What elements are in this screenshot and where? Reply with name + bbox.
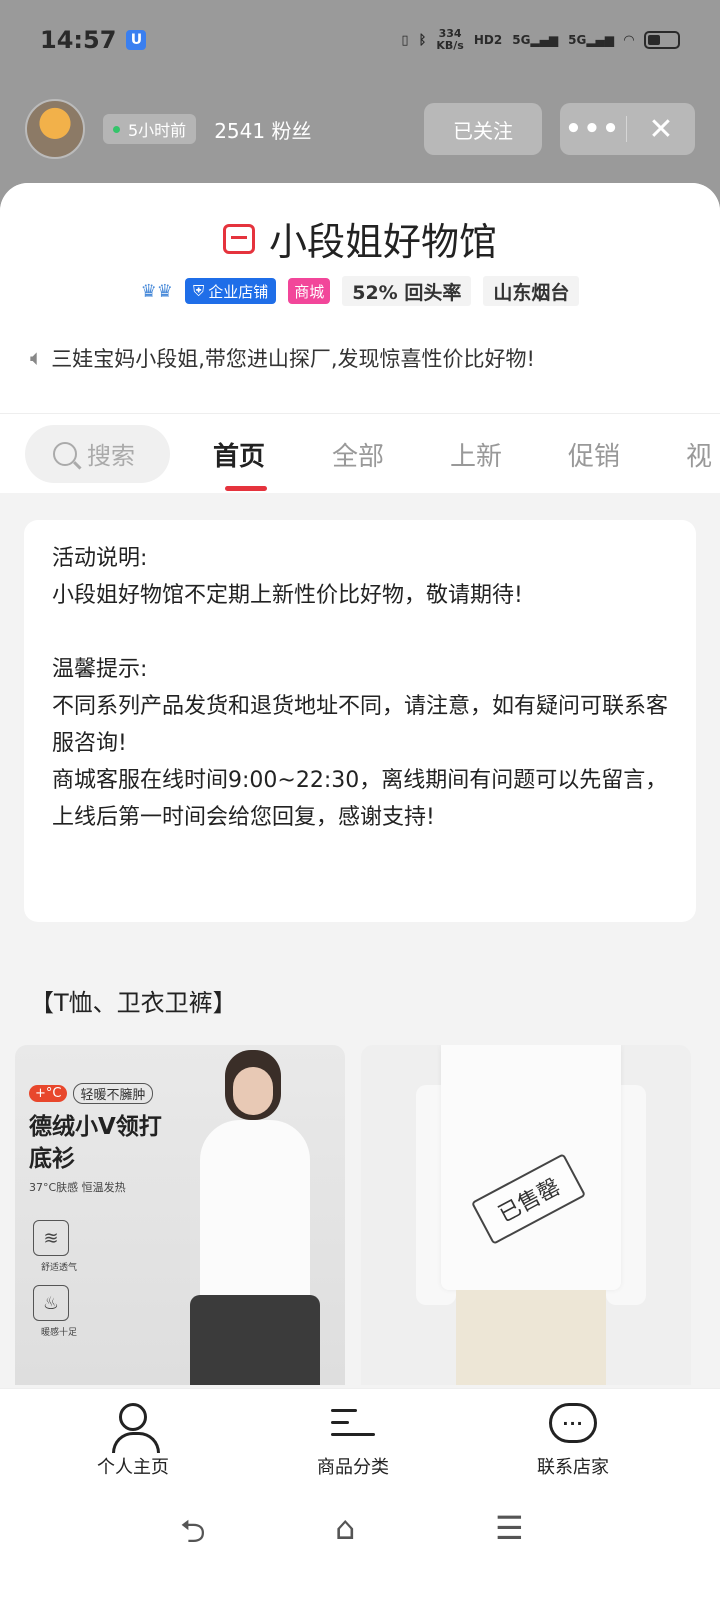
temp-tag: +°C: [29, 1085, 68, 1102]
tab-home[interactable]: 首页: [213, 436, 265, 473]
status-icons: ▯ ᛒ 334 KB/s HD2 5G▂▄▆ 5G▂▄▆ ◠: [401, 28, 680, 52]
breathable-icon: ≋: [33, 1220, 69, 1256]
nav-category[interactable]: 商品分类: [283, 1401, 423, 1479]
bottom-nav: 个人主页 商品分类 ··· 联系店家 ⮌ ⌂ ☰: [0, 1388, 720, 1600]
close-icon[interactable]: ✕: [627, 112, 695, 147]
category-search-icon: [331, 1405, 375, 1441]
active-time-badge: 5小时前: [103, 114, 197, 144]
product-shirt: [441, 1045, 621, 1290]
product-card[interactable]: 已售罄: [361, 1045, 691, 1385]
speaker-icon: 🔈︎: [30, 345, 44, 371]
product-headline: 德绒小V领打底衫: [29, 1114, 162, 1172]
product-tags: +°C 轻暖不臃肿: [29, 1083, 153, 1104]
model-face: [233, 1067, 273, 1115]
activity-card: 活动说明: 小段姐好物馆不定期上新性价比好物，敬请期待! 温馨提示: 不同系列产…: [24, 520, 696, 922]
capsule-menu: ••• ✕: [560, 103, 695, 155]
tab-promo[interactable]: 促销: [568, 436, 620, 473]
vpn-icon: U: [126, 30, 147, 50]
warm-tag: 轻暖不臃肿: [73, 1083, 153, 1104]
hd-icon: HD2: [473, 33, 503, 47]
shop-tabs: 搜索 首页 全部 上新 促销 视: [0, 413, 720, 493]
signal-icon-2: 5G▂▄▆: [568, 33, 614, 47]
product-pants: [456, 1290, 606, 1385]
active-tab-indicator: [225, 486, 267, 491]
feature-breathable: ≋ 舒适透气: [29, 1220, 89, 1273]
search-button[interactable]: 搜索: [25, 424, 170, 483]
follow-button[interactable]: 已关注: [424, 103, 542, 155]
vibrate-icon: ▯: [401, 32, 409, 48]
flame-icon: ♨: [33, 1285, 69, 1321]
shop-location: 山东烟台: [483, 276, 580, 306]
shield-icon: ⛨: [192, 282, 205, 300]
shop-avatar[interactable]: [25, 99, 85, 159]
model-skirt: [190, 1295, 320, 1385]
repurchase-rate: 52% 回头率: [342, 276, 472, 306]
shop-title-row: 小段姐好物馆: [0, 211, 720, 266]
nav-profile[interactable]: 个人主页: [63, 1401, 203, 1479]
menu-icon[interactable]: ☰: [495, 1509, 524, 1547]
network-speed: 334 KB/s: [436, 27, 464, 52]
tab-new[interactable]: 上新: [450, 436, 502, 473]
clock: 14:57: [40, 26, 117, 54]
bluetooth-icon: ᛒ: [418, 32, 427, 48]
shop-name: 小段姐好物馆: [268, 220, 497, 264]
category-section-title: 【T恤、卫衣卫裤】: [30, 989, 237, 1017]
feature-warm: ♨ 暖感十足: [29, 1285, 89, 1338]
person-icon: [112, 1403, 160, 1453]
chat-icon: ···: [549, 1403, 597, 1443]
mall-badge[interactable]: 商城: [288, 278, 331, 304]
home-icon[interactable]: ⌂: [335, 1509, 355, 1547]
signal-icon-1: 5G▂▄▆: [512, 33, 559, 47]
wifi-icon: ◠: [624, 32, 634, 48]
tips-text-1: 不同系列产品发货和退货地址不同，请注意，如有疑问可联系客服咨询!: [52, 694, 669, 756]
store-icon: [222, 223, 255, 254]
battery-icon: [644, 31, 680, 49]
product-card[interactable]: +°C 轻暖不臃肿 德绒小V领打底衫 37°C肤感 恒温发热 ≋ 舒适透气 ♨ …: [15, 1045, 345, 1385]
crown-medal-icon[interactable]: ♛♛: [141, 281, 173, 302]
shop-header: 小段姐好物馆 ♛♛ ⛨ 企业店铺 商城 52% 回头率 山东烟台 🔈︎ 三娃宝妈小…: [0, 183, 720, 413]
status-bar: 14:57 U ▯ ᛒ 334 KB/s HD2 5G▂▄▆ 5G▂▄▆ ◠: [0, 0, 720, 80]
nav-contact[interactable]: ··· 联系店家: [503, 1401, 643, 1479]
back-icon[interactable]: ⮌: [180, 1509, 206, 1563]
shop-top-bar: 5小时前 2541 粉丝 已关注 ••• ✕: [0, 96, 720, 162]
more-icon[interactable]: •••: [560, 114, 626, 144]
shop-notice: 🔈︎ 三娃宝妈小段姐,带您进山探厂,发现惊喜性价比好物!: [30, 345, 535, 372]
tips-heading: 温馨提示:: [52, 657, 148, 682]
online-dot-icon: [113, 125, 120, 133]
fans-count: 2541 粉丝: [214, 118, 312, 143]
activity-text: 小段姐好物馆不定期上新性价比好物，敬请期待!: [52, 583, 523, 608]
tips-text-2: 商城客服在线时间9:00~22:30，离线期间有问题可以先留言，上线后第一时间会…: [52, 768, 668, 830]
tab-video[interactable]: 视: [686, 436, 712, 473]
product-subline: 37°C肤感 恒温发热: [29, 1181, 126, 1194]
enterprise-badge[interactable]: ⛨ 企业店铺: [184, 278, 277, 304]
search-icon: [53, 441, 77, 466]
shop-badges: ♛♛ ⛨ 企业店铺 商城 52% 回头率 山东烟台: [0, 276, 720, 306]
activity-heading: 活动说明:: [52, 546, 148, 571]
tab-all[interactable]: 全部: [332, 436, 384, 473]
